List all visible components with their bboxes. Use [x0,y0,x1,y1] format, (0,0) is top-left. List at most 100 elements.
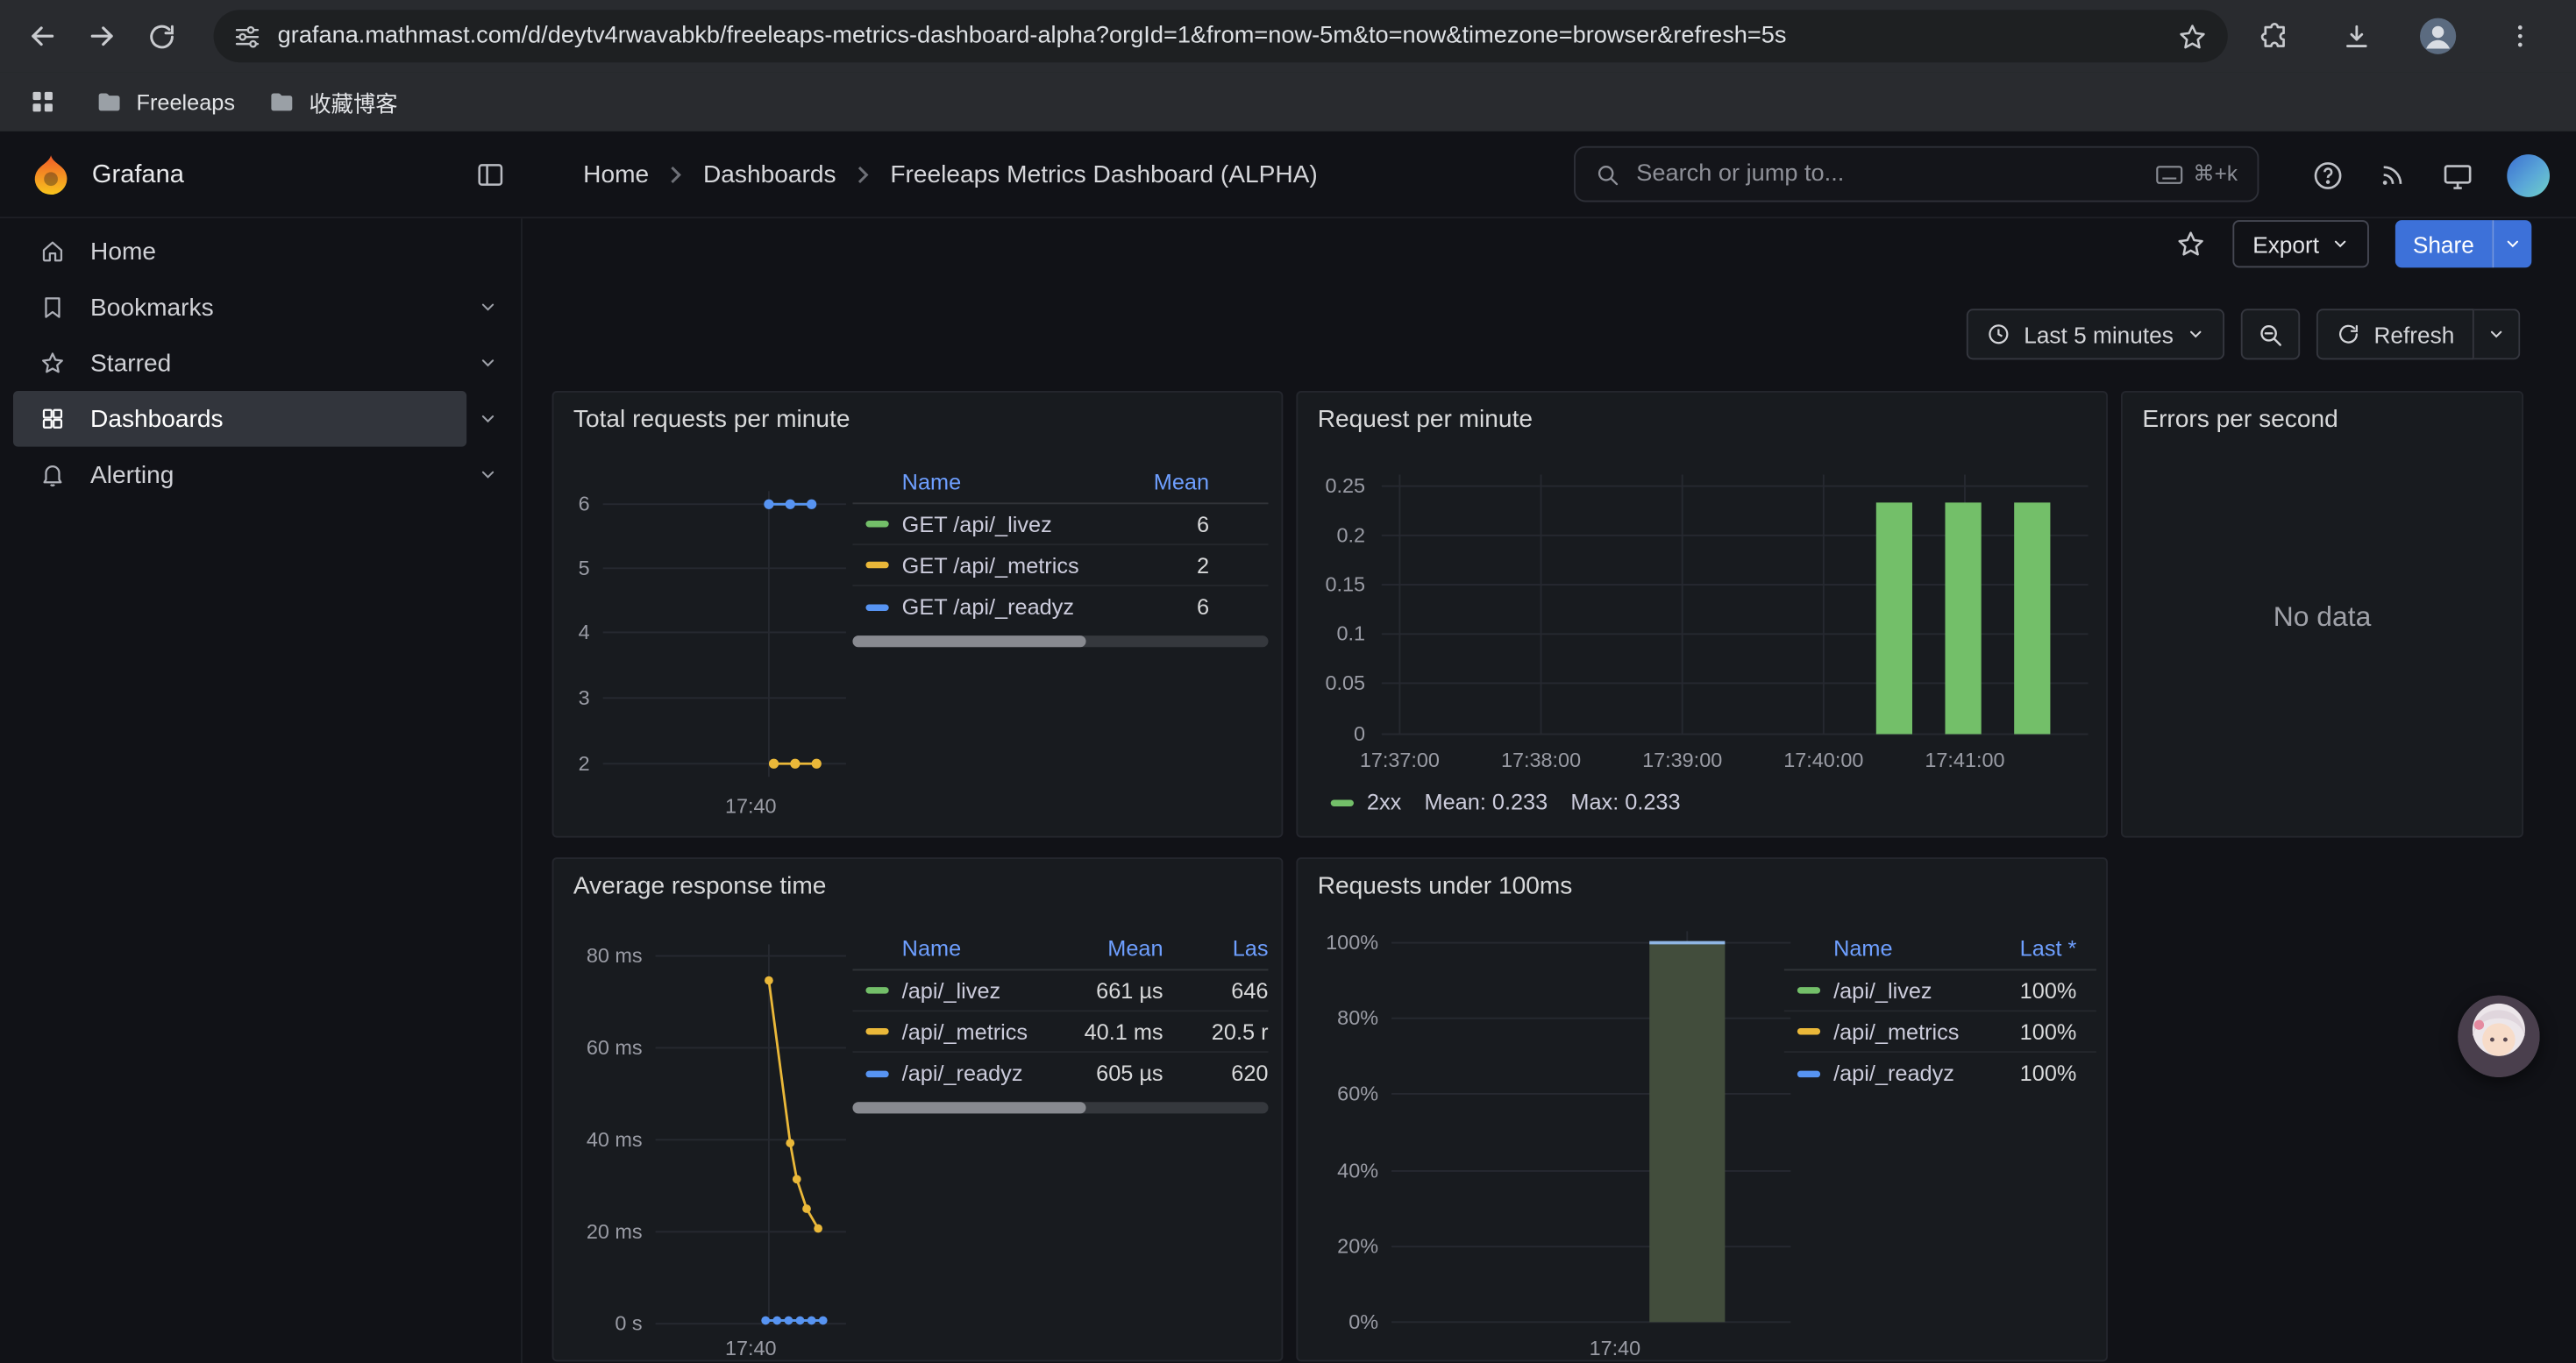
downloads-icon[interactable] [2333,13,2379,59]
legend-row[interactable]: GET /api/_readyz 6 [852,586,1268,628]
svg-text:17:40:00: 17:40:00 [1783,749,1863,771]
legend-header-mean[interactable]: Mean [1104,470,1209,494]
zoom-out-icon [2257,321,2283,347]
legend-row[interactable]: /api/_livez 100% [1784,970,2096,1012]
series-name[interactable]: 2xx [1367,790,1401,814]
grafana-logo[interactable] [30,153,73,195]
bell-icon [39,462,66,488]
sidebar-item-dashboards: Dashboards [13,391,509,447]
svg-text:4: 4 [579,621,590,643]
sidebar-toggle-icon[interactable] [475,160,507,191]
legend-header-name[interactable]: Name [902,470,1104,494]
profile-avatar[interactable] [2415,13,2460,59]
bookmark-item[interactable]: 收藏博客 [252,79,414,124]
series-color-dash [1331,799,1354,806]
panel-title[interactable]: Errors per second [2142,406,2338,434]
panel-title[interactable]: Average response time [573,872,827,900]
share-menu-button[interactable] [2492,220,2531,267]
search-input[interactable] [1636,161,2155,188]
legend-header-last[interactable]: Las [1163,936,1269,961]
requests-under-100ms-chart[interactable]: 100% 80% 60% 40% 20% 0% 17:40 [1298,915,1807,1362]
panel-avg-response-time: Average response time 80 ms 60 ms 40 ms … [552,857,1284,1361]
chevron-right-icon [669,164,684,185]
sidebar-item-home: Home [13,224,509,280]
request-per-minute-chart[interactable]: 0.25 0.2 0.15 0.1 0.05 0 17:37:00 17:38:… [1298,449,2108,785]
share-button[interactable]: Share [2395,220,2492,267]
legend-scrollbar[interactable] [852,635,1268,647]
assistant-avatar[interactable] [2458,995,2540,1077]
news-rss-icon[interactable] [2377,160,2409,191]
reload-icon[interactable] [138,13,183,59]
sidebar-item-label: Alerting [90,461,174,489]
legend-scrollbar[interactable] [852,1102,1268,1113]
no-data-message: No data [2274,601,2372,634]
svg-text:0.05: 0.05 [1325,671,1365,694]
chevron-down-icon[interactable] [466,335,509,391]
chevron-down-icon[interactable] [466,280,509,336]
svg-text:17:39:00: 17:39:00 [1642,749,1722,771]
legend-header-last[interactable]: Last * [1961,936,2076,961]
chevron-down-icon [2187,325,2205,344]
svg-text:17:38:00: 17:38:00 [1501,749,1581,771]
legend-row[interactable]: /api/_readyz 605 µs 620 [852,1053,1268,1094]
svg-text:100%: 100% [1326,931,1378,954]
avg-response-time-chart[interactable]: 80 ms 60 ms 40 ms 20 ms 0 s 17:40 [553,915,869,1362]
panel-title[interactable]: Requests under 100ms [1318,872,1573,900]
bookmark-star-icon[interactable] [2177,20,2209,52]
zoom-out-button[interactable] [2241,309,2300,359]
refresh-button[interactable]: Refresh [2316,309,2474,359]
svg-text:17:41:00: 17:41:00 [1925,749,2004,771]
monitor-icon[interactable] [2441,159,2473,191]
back-icon[interactable] [19,13,65,59]
extensions-icon[interactable] [2251,13,2296,59]
series-color-dash [1797,1028,1820,1034]
breadcrumb-dashboards[interactable]: Dashboards [703,161,836,189]
forward-icon[interactable] [79,13,125,59]
svg-text:17:40: 17:40 [725,1337,777,1359]
time-range-picker[interactable]: Last 5 minutes [1967,309,2224,359]
site-settings-icon[interactable] [233,22,261,50]
help-icon[interactable] [2311,159,2344,191]
keyboard-icon [2155,163,2183,184]
browser-menu-icon[interactable] [2497,13,2543,59]
time-controls: Last 5 minutes Refresh [1967,309,2521,359]
sidebar-item-bookmarks: Bookmarks [13,280,509,336]
brand-name: Grafana [92,131,184,218]
sidebar-item-label: Home [90,238,156,266]
legend-row[interactable]: GET /api/_livez 6 [852,504,1268,545]
legend-row[interactable]: /api/_metrics 100% [1784,1012,2096,1053]
user-avatar[interactable] [2507,153,2550,196]
bookmark-item[interactable]: Freeleaps [79,79,252,124]
legend-row[interactable]: GET /api/_metrics 2 [852,545,1268,586]
chevron-down-icon [2330,235,2349,253]
refresh-interval-button[interactable] [2474,309,2520,359]
legend-header-name[interactable]: Name [1833,936,1961,961]
legend-row[interactable]: /api/_livez 661 µs 646 [852,970,1268,1012]
favorite-star-icon[interactable] [2175,228,2207,259]
grafana-header: Grafana Home Dashboards Freeleaps Metric… [0,131,2576,218]
panel-title[interactable]: Total requests per minute [573,406,850,434]
breadcrumb-home[interactable]: Home [583,161,649,189]
legend-row[interactable]: /api/_readyz 100% [1784,1053,2096,1094]
chevron-down-icon[interactable] [466,447,509,503]
total-requests-chart[interactable]: 6 5 4 3 2 17:40 [553,449,869,836]
apps-grid-icon[interactable] [19,79,65,124]
browser-window: grafana.mathmast.com/d/deytv4rwavabkb/fr… [0,0,2576,1363]
series-mean: Mean: 0.233 [1425,790,1548,814]
panel-requests-under-100ms: Requests under 100ms 100% 80% 60% 40% 20… [1296,857,2108,1361]
address-bar[interactable]: grafana.mathmast.com/d/deytv4rwavabkb/fr… [214,10,2228,62]
series-color-dash [865,987,888,993]
search-box[interactable]: ⌘+k [1574,146,2259,202]
chevron-down-icon[interactable] [466,391,509,447]
svg-text:2: 2 [579,752,590,775]
legend-row[interactable]: /api/_metrics 40.1 ms 20.5 r [852,1012,1268,1053]
legend-header-name[interactable]: Name [902,936,1062,961]
url-text[interactable]: grafana.mathmast.com/d/deytv4rwavabkb/fr… [278,23,2177,49]
svg-text:0.25: 0.25 [1325,474,1365,497]
legend-header-mean[interactable]: Mean [1061,936,1163,961]
series-color-dash [865,1028,888,1034]
svg-text:80 ms: 80 ms [587,944,643,967]
panel-title[interactable]: Request per minute [1318,406,1533,434]
svg-text:60 ms: 60 ms [587,1036,643,1059]
export-button[interactable]: Export [2233,220,2369,267]
